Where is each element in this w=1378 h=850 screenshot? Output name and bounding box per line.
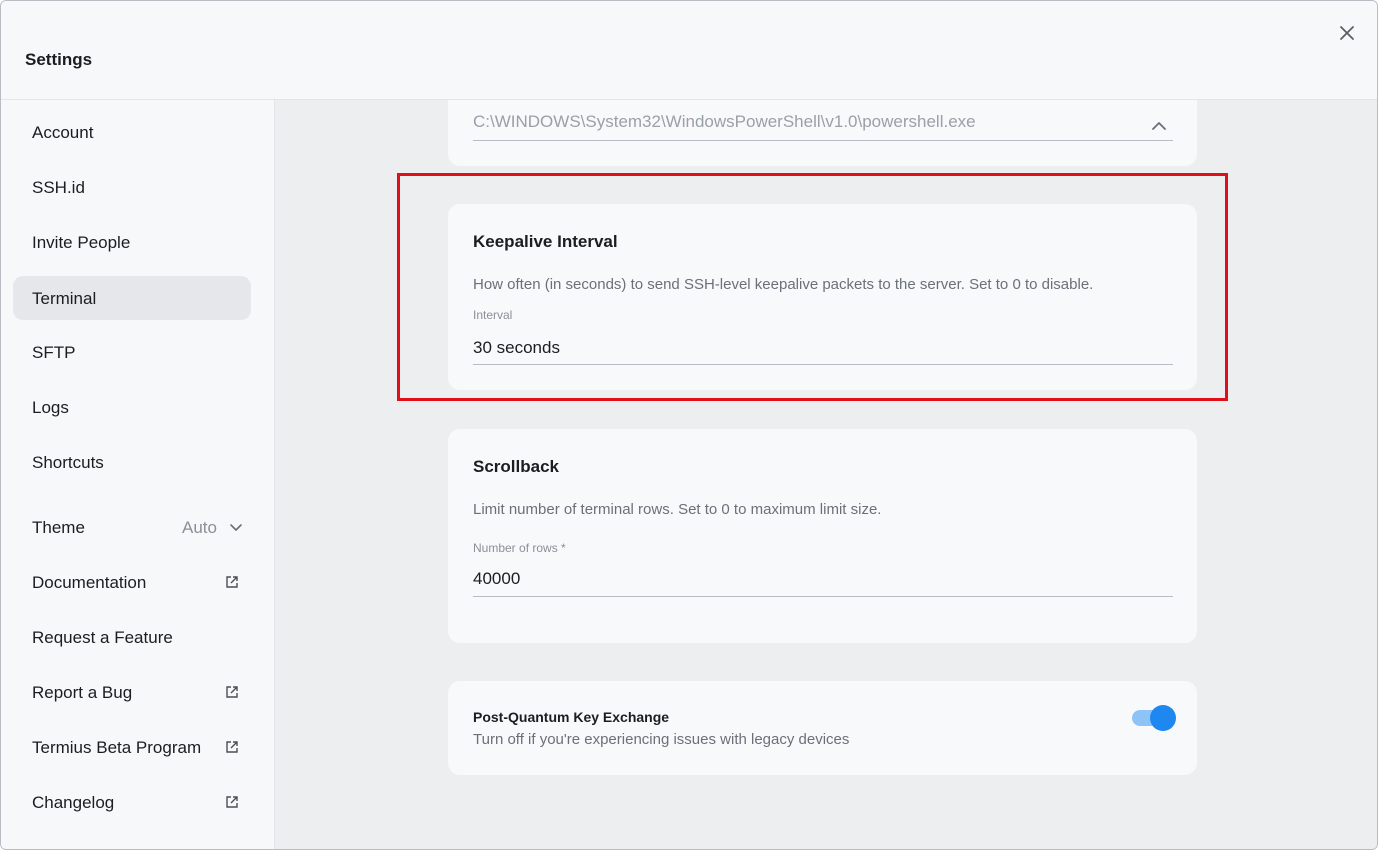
sidebar-item-shortcuts[interactable]: Shortcuts [13, 440, 251, 484]
sidebar-item-theme[interactable]: Theme Auto [13, 505, 251, 549]
toggle-knob [1150, 705, 1176, 731]
sidebar-item-label: Terminal [32, 289, 97, 308]
shell-path-underline [473, 140, 1173, 141]
sidebar-item-terminal[interactable]: Terminal [13, 276, 251, 320]
sidebar-item-label: Changelog [32, 793, 115, 812]
sidebar: Account SSH.id Invite People Terminal SF… [1, 100, 275, 849]
settings-header: Settings [1, 1, 1377, 100]
chevron-down-icon [230, 524, 242, 531]
interval-label: Interval [473, 308, 513, 322]
page-title: Settings [25, 50, 93, 69]
settings-content: C:\WINDOWS\System32\WindowsPowerShell\v1… [275, 100, 1377, 849]
sidebar-item-beta-program[interactable]: Termius Beta Program [13, 725, 251, 769]
post-quantum-card: Post-Quantum Key Exchange Turn off if yo… [448, 681, 1197, 775]
sidebar-item-request-feature[interactable]: Request a Feature [13, 615, 251, 659]
chevron-up-icon[interactable] [1151, 120, 1167, 132]
settings-window: Settings Account SSH.id Invite People Te… [0, 0, 1378, 850]
pq-toggle[interactable] [1130, 704, 1178, 731]
sidebar-item-sftp[interactable]: SFTP [13, 330, 251, 374]
scrollback-title: Scrollback [473, 457, 559, 476]
sidebar-item-invite-people[interactable]: Invite People [13, 220, 251, 264]
pq-title: Post-Quantum Key Exchange [473, 709, 670, 725]
sidebar-item-label: Report a Bug [32, 683, 133, 702]
sidebar-item-label: Account [32, 123, 94, 142]
rows-underline [473, 596, 1173, 597]
scrollback-description: Limit number of terminal rows. Set to 0 … [473, 501, 882, 518]
scrollback-card: Scrollback Limit number of terminal rows… [448, 429, 1197, 643]
close-icon [1340, 26, 1354, 40]
sidebar-item-account[interactable]: Account [13, 110, 251, 154]
interval-underline [473, 364, 1173, 365]
sidebar-item-report-bug[interactable]: Report a Bug [13, 670, 251, 714]
sidebar-item-label: Shortcuts [32, 453, 104, 472]
close-button[interactable] [1335, 21, 1359, 45]
keepalive-description: How often (in seconds) to send SSH-level… [473, 276, 1094, 293]
sidebar-item-label: Theme [32, 518, 85, 537]
sidebar-item-label: Invite People [32, 233, 131, 252]
sidebar-item-label: Termius Beta Program [32, 738, 202, 757]
keepalive-card: Keepalive Interval How often (in seconds… [448, 204, 1197, 390]
sidebar-item-documentation[interactable]: Documentation [13, 560, 251, 604]
rows-label: Number of rows * [473, 541, 566, 555]
external-link-icon [226, 796, 238, 808]
external-link-icon [226, 741, 238, 753]
sidebar-item-label: Logs [32, 398, 69, 417]
external-link-icon [226, 576, 238, 588]
rows-input[interactable]: 40000 [473, 569, 520, 589]
interval-input[interactable]: 30 seconds [473, 338, 560, 358]
theme-value: Auto [182, 518, 217, 537]
sidebar-item-label: SSH.id [32, 178, 85, 197]
shell-path-card: C:\WINDOWS\System32\WindowsPowerShell\v1… [448, 100, 1197, 166]
sidebar-item-changelog[interactable]: Changelog [13, 780, 251, 824]
sidebar-item-ssh-id[interactable]: SSH.id [13, 165, 251, 209]
sidebar-item-label: SFTP [32, 343, 76, 362]
sidebar-item-logs[interactable]: Logs [13, 385, 251, 429]
external-link-icon [226, 686, 238, 698]
shell-path-value[interactable]: C:\WINDOWS\System32\WindowsPowerShell\v1… [473, 112, 976, 132]
sidebar-item-label: Documentation [32, 573, 147, 592]
pq-description: Turn off if you're experiencing issues w… [473, 731, 850, 748]
keepalive-title: Keepalive Interval [473, 232, 618, 251]
sidebar-item-label: Request a Feature [32, 628, 173, 647]
